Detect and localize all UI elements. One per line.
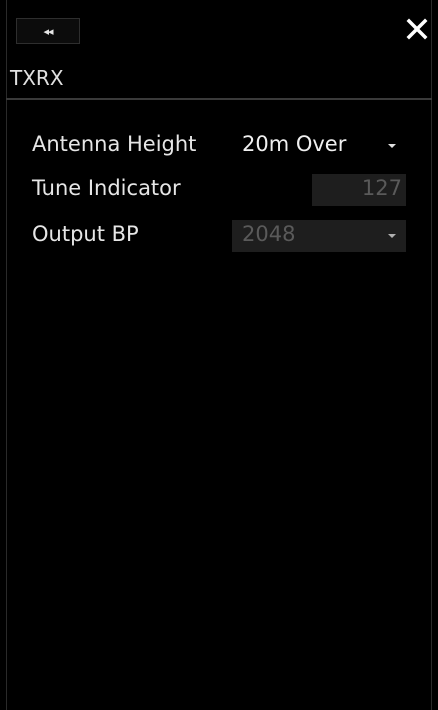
antenna-height-value: 20m Over <box>242 132 347 156</box>
double-chevron-left-icon: ◂◂ <box>43 24 53 38</box>
output-bp-label: Output BP <box>32 222 139 246</box>
panel-title: TXRX <box>10 66 64 90</box>
output-bp-row: Output BP 2048 <box>30 220 406 254</box>
tune-indicator-readout: 127 <box>312 174 406 206</box>
dropdown-arrow-icon <box>388 234 396 238</box>
antenna-height-label: Antenna Height <box>32 132 197 156</box>
collapse-panel-button[interactable]: ◂◂ <box>16 18 80 44</box>
panel-title-bar: TXRX <box>6 58 432 100</box>
txrx-panel: ◂◂ TXRX Antenna Height 20m Over Tune Ind… <box>0 0 438 710</box>
antenna-height-row: Antenna Height 20m Over <box>30 130 406 164</box>
tune-indicator-row: Tune Indicator 127 <box>30 174 406 208</box>
dropdown-arrow-icon <box>388 144 396 148</box>
close-icon <box>406 18 428 40</box>
panel-top-bar: ◂◂ <box>6 10 432 48</box>
tune-indicator-value: 127 <box>361 176 402 200</box>
close-button[interactable] <box>402 12 432 46</box>
output-bp-value: 2048 <box>242 222 296 246</box>
panel-frame <box>6 0 432 710</box>
output-bp-dropdown[interactable]: 2048 <box>232 220 406 252</box>
antenna-height-dropdown[interactable]: 20m Over <box>232 130 406 162</box>
tune-indicator-label: Tune Indicator <box>32 176 181 200</box>
